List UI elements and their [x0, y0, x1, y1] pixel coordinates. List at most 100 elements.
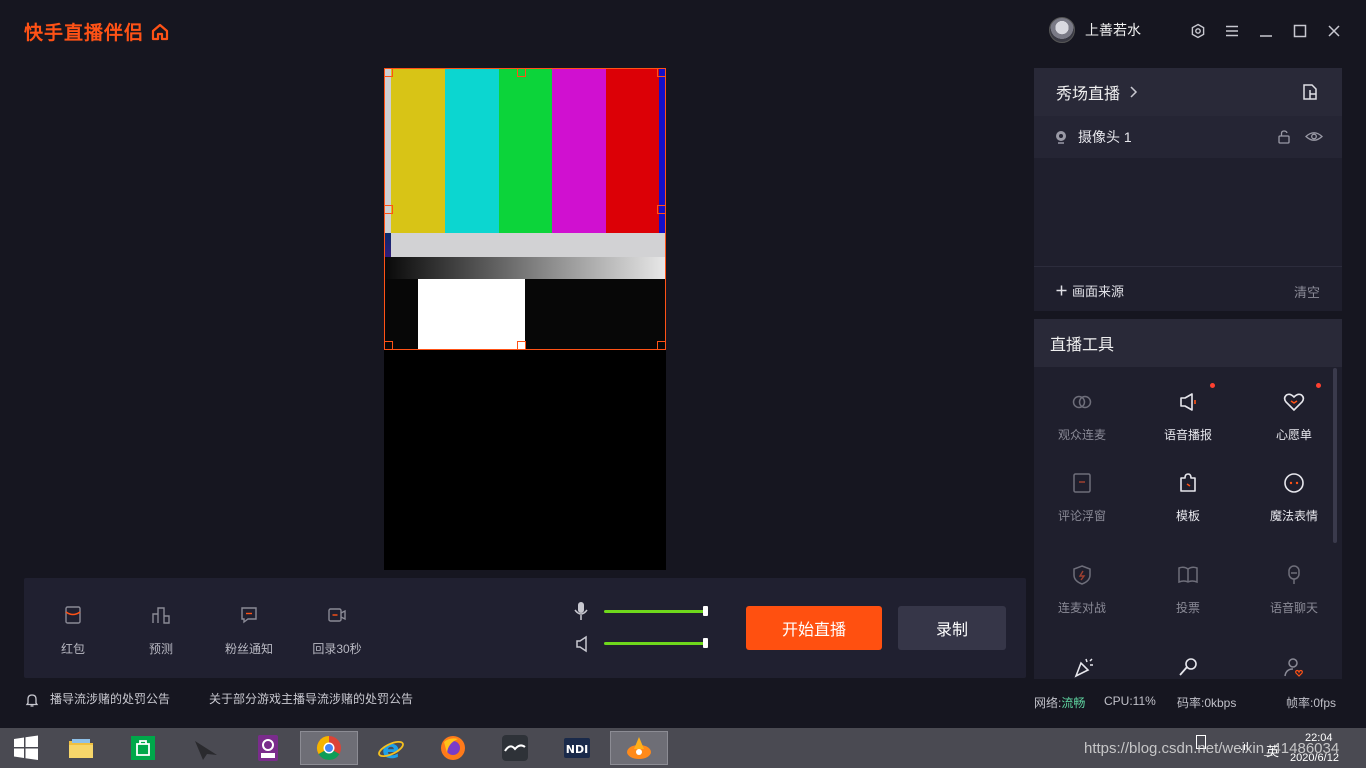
scene-layout-icon[interactable] — [1301, 83, 1319, 101]
avatar[interactable] — [1049, 17, 1075, 43]
tool-wishlist[interactable]: 心愿单 — [1246, 390, 1342, 443]
resize-handle[interactable] — [657, 341, 666, 350]
notice-link[interactable]: 关于部分游戏主播导流涉赌的处罚公告 — [209, 690, 413, 707]
mic-volume-slider[interactable] — [604, 610, 706, 613]
comment-window-icon — [1073, 473, 1091, 493]
resize-handle[interactable] — [657, 68, 666, 77]
network-label: 网络: — [1034, 696, 1062, 710]
taskbar-bird-app[interactable] — [489, 731, 541, 765]
fan-notice-icon — [241, 607, 257, 624]
pk-shield-icon — [1073, 565, 1091, 585]
prediction-label: 预测 — [148, 642, 173, 656]
close-button[interactable] — [1323, 20, 1345, 42]
taskbar-explorer[interactable] — [55, 731, 107, 765]
tool-vote[interactable]: 投票 — [1140, 563, 1236, 616]
tool-magic-face[interactable]: 魔法表情 — [1246, 471, 1342, 524]
add-source-button[interactable]: 画面来源 — [1056, 281, 1124, 300]
tools-scrollbar[interactable] — [1333, 368, 1337, 543]
karaoke-mic-icon[interactable] — [1176, 655, 1200, 679]
scene-header[interactable]: 秀场直播 — [1034, 68, 1342, 116]
taskbar-firefox[interactable] — [427, 731, 479, 765]
taskbar-store[interactable] — [117, 731, 169, 765]
live-preview[interactable] — [384, 68, 666, 570]
replay-record-icon — [328, 608, 346, 622]
clear-sources-button[interactable]: 清空 — [1294, 282, 1320, 301]
chrome-icon — [316, 736, 341, 761]
settings-button[interactable] — [1187, 20, 1209, 42]
tool-label: 投票 — [1175, 601, 1200, 615]
start-button[interactable] — [0, 731, 52, 765]
store-bag-icon — [131, 736, 155, 760]
voice-chat-icon — [1288, 565, 1300, 584]
speaker-volume-slider[interactable] — [604, 642, 706, 645]
tools-header: 直播工具 — [1034, 319, 1342, 367]
speaker-volume-knob[interactable] — [703, 638, 708, 648]
user-profile[interactable]: 上善若水 — [1049, 17, 1141, 43]
source-item[interactable]: 摄像头 1 — [1034, 116, 1342, 158]
home-icon[interactable] — [150, 22, 170, 42]
resize-handle[interactable] — [384, 68, 393, 77]
taskbar-ie[interactable]: e — [365, 731, 417, 765]
tool-label: 观众连麦 — [1057, 428, 1106, 442]
taskbar-pdf[interactable] — [242, 731, 294, 765]
brand-name: 快手直播伴侣 — [24, 23, 145, 44]
tool-comment-window[interactable]: 评论浮窗 — [1034, 471, 1130, 524]
title-bar: 快手直播伴侣 上善若水 — [0, 0, 1366, 60]
red-packet-label: 红包 — [60, 642, 85, 656]
svg-text:e: e — [382, 735, 400, 763]
resize-handle[interactable] — [657, 205, 666, 214]
tool-voice-chat[interactable]: 语音聊天 — [1246, 563, 1342, 616]
red-packet-button[interactable]: 红包 — [35, 604, 111, 657]
kuaishou-app-icon — [627, 737, 651, 759]
minimize-icon — [1260, 35, 1272, 37]
internet-explorer-icon: e — [378, 735, 404, 763]
cpu-status: CPU:11% — [1104, 694, 1156, 708]
notice-link[interactable]: 播导流涉赌的处罚公告 — [50, 690, 170, 707]
tool-template[interactable]: 模板 — [1140, 471, 1236, 524]
tool-label: 连麦对战 — [1057, 601, 1106, 615]
replay-record-button[interactable]: 回录30秒 — [299, 604, 375, 657]
folder-icon — [69, 739, 93, 758]
start-live-button[interactable]: 开始直播 — [746, 606, 882, 650]
tool-label: 模板 — [1175, 509, 1200, 523]
eye-icon[interactable] — [1305, 129, 1323, 144]
tool-label: 语音聊天 — [1269, 601, 1318, 615]
resize-handle[interactable] — [517, 341, 526, 350]
menu-button[interactable] — [1221, 20, 1243, 42]
mic-volume-knob[interactable] — [703, 606, 708, 616]
taskbar-app-dark[interactable] — [180, 731, 232, 765]
minimize-button[interactable] — [1255, 20, 1277, 42]
bell-icon — [25, 694, 39, 707]
chevron-right-icon[interactable] — [1128, 86, 1138, 98]
resize-handle[interactable] — [517, 68, 526, 77]
taskbar-kuaishou[interactable] — [610, 731, 668, 765]
record-button[interactable]: 录制 — [898, 606, 1006, 650]
watermark-text: https://blog.csdn.net/weixin_41486034 — [1084, 740, 1340, 757]
resize-handle[interactable] — [384, 205, 393, 214]
tool-audience-link[interactable]: 观众连麦 — [1034, 390, 1130, 443]
brand-logo: 快手直播伴侣 — [24, 18, 170, 45]
live-tools-panel: 直播工具 观众连麦 语音播报 心愿单 评论浮窗 模板 魔法表情 连麦对战 投票 … — [1034, 319, 1342, 679]
resize-handle[interactable] — [384, 341, 393, 350]
bitrate-status: 码率:0kbps — [1177, 696, 1237, 710]
microphone-icon[interactable] — [573, 601, 589, 621]
source-selection-box[interactable] — [384, 68, 666, 350]
tool-label: 评论浮窗 — [1057, 509, 1106, 523]
taskbar-ndi[interactable]: NDI — [551, 731, 603, 765]
lock-icon[interactable] — [1277, 129, 1291, 144]
user-heart-icon[interactable] — [1282, 655, 1306, 679]
maximize-button[interactable] — [1289, 20, 1311, 42]
windows-logo-icon — [14, 735, 38, 760]
firefox-icon — [441, 736, 465, 760]
speaker-icon[interactable] — [575, 635, 589, 653]
speaker-announce-icon — [1180, 393, 1196, 411]
taskbar-chrome[interactable] — [300, 731, 358, 765]
red-packet-icon — [65, 606, 81, 624]
prediction-icon — [152, 607, 170, 624]
party-popper-icon[interactable] — [1072, 655, 1096, 679]
fan-notice-button[interactable]: 粉丝通知 — [211, 604, 287, 657]
tool-speaker-announce[interactable]: 语音播报 — [1140, 390, 1236, 443]
tool-pk-battle[interactable]: 连麦对战 — [1034, 563, 1130, 616]
prediction-button[interactable]: 预测 — [123, 604, 199, 657]
plus-icon — [1056, 285, 1067, 296]
